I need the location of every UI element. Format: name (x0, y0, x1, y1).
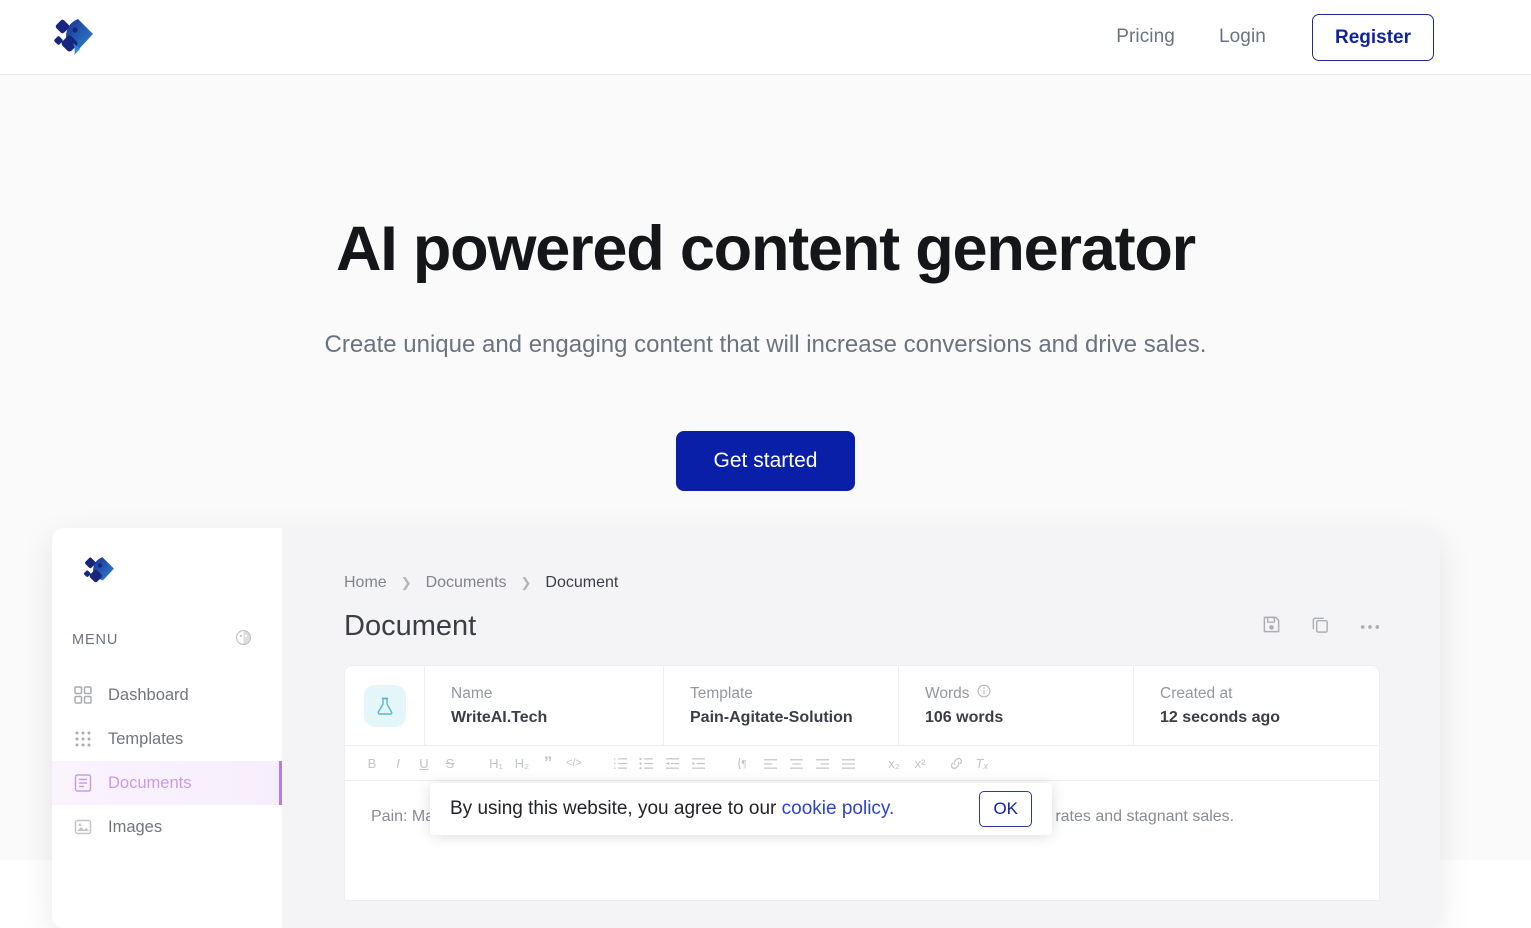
breadcrumb: Home ❯ Documents ❯ Document (344, 574, 1380, 592)
strikethrough-icon[interactable]: S (437, 750, 463, 776)
bold-icon[interactable]: B (359, 750, 385, 776)
heading-1-icon[interactable]: H₁ (483, 750, 509, 776)
info-circle-icon[interactable] (977, 684, 991, 703)
ordered-list-icon[interactable] (607, 750, 633, 776)
clear-format-icon[interactable]: Tₓ (969, 750, 995, 776)
bullet-list-icon[interactable] (633, 750, 659, 776)
sidebar-item-documents[interactable]: Documents (52, 761, 282, 805)
page-title: Document (344, 610, 477, 642)
app-main-pane: Home ❯ Documents ❯ Document Document Nam… (282, 528, 1440, 928)
info-field-created: Created at 12 seconds ago (1134, 666, 1356, 745)
cookie-consent-banner: By using this website, you agree to our … (430, 783, 1052, 835)
heading-2-icon[interactable]: H₂ (509, 750, 535, 776)
info-value: 106 words (925, 709, 1004, 726)
chevron-right-icon: ❯ (520, 575, 532, 590)
document-actions (1262, 615, 1380, 639)
document-lines-icon (74, 774, 92, 792)
sidebar-item-label: Templates (108, 729, 184, 748)
get-started-button[interactable]: Get started (675, 431, 856, 492)
align-center-icon[interactable] (783, 750, 809, 776)
nav-login[interactable]: Login (1197, 16, 1288, 58)
info-label: Created at (1160, 684, 1233, 702)
indent-icon[interactable] (685, 750, 711, 776)
grid-3x3-dots-icon (74, 730, 92, 748)
cookie-text: By using this website, you agree to our … (450, 798, 894, 820)
link-icon[interactable] (943, 750, 969, 776)
info-value: WriteAI.Tech (451, 708, 548, 726)
info-label-text: Words (925, 684, 970, 702)
app-sidebar: MENU Dashboard Templates Documents Image… (52, 528, 282, 928)
svg-text:¶: ¶ (742, 759, 747, 770)
info-label: Name (451, 684, 493, 702)
blockquote-icon[interactable]: ” (535, 750, 561, 776)
hero-heading: AI powered content generator (335, 214, 1196, 284)
main-nav: Pricing Login Register (1094, 13, 1434, 61)
editor-toolbar: B I U S H₁ H₂ ” </> ¶ x₂ x² Tₓ (344, 746, 1380, 781)
grid-2x2-icon (74, 686, 92, 704)
cookie-policy-link[interactable]: cookie policy. (782, 798, 895, 819)
nav-pricing[interactable]: Pricing (1094, 16, 1197, 58)
document-info-bar: Name WriteAI.Tech Template Pain-Agitate-… (344, 665, 1380, 746)
info-field-words: Words 106 words (899, 666, 1134, 745)
sidebar-item-label: Documents (108, 773, 192, 792)
breadcrumb-home[interactable]: Home (344, 574, 387, 592)
writeai-logo-icon (52, 15, 98, 59)
sidebar-item-label: Images (108, 817, 163, 836)
menu-label: MENU (72, 632, 119, 648)
brand-logo[interactable] (52, 15, 98, 59)
info-field-name: Name WriteAI.Tech (425, 666, 664, 745)
flask-icon (363, 684, 406, 727)
sidebar-item-images[interactable]: Images (52, 805, 282, 849)
sidebar-logo-icon[interactable] (52, 538, 282, 593)
info-label: Template (690, 684, 753, 702)
document-type-badge (345, 666, 425, 745)
cookie-ok-button[interactable]: OK (979, 791, 1032, 827)
align-right-icon[interactable] (809, 750, 835, 776)
hero-subheading: Create unique and engaging content that … (324, 331, 1207, 359)
text-direction-icon[interactable]: ¶ (731, 750, 757, 776)
site-header: Pricing Login Register (0, 0, 1531, 75)
subscript-icon[interactable]: x₂ (881, 750, 907, 776)
sidebar-menu-header: MENU (52, 593, 282, 651)
underline-icon[interactable]: U (411, 750, 437, 776)
copy-icon[interactable] (1311, 615, 1330, 639)
face-emoji-icon[interactable] (235, 629, 252, 651)
info-label: Words (925, 684, 1107, 703)
app-preview-card: MENU Dashboard Templates Documents Image… (52, 528, 1440, 928)
document-title-row: Document (344, 610, 1380, 643)
align-justify-icon[interactable] (835, 750, 861, 776)
image-icon (74, 818, 92, 836)
chevron-right-icon: ❯ (400, 575, 412, 590)
info-value: 12 seconds ago (1160, 708, 1281, 726)
cookie-text-prefix: By using this website, you agree to our (450, 798, 782, 819)
register-button[interactable]: Register (1311, 13, 1434, 61)
save-icon[interactable] (1262, 615, 1281, 639)
sidebar-item-label: Dashboard (108, 685, 189, 704)
outdent-icon[interactable] (659, 750, 685, 776)
hero-section: AI powered content generator Create uniq… (0, 75, 1531, 525)
align-left-icon[interactable] (757, 750, 783, 776)
code-block-icon[interactable]: </> (561, 750, 587, 776)
sidebar-item-dashboard[interactable]: Dashboard (52, 673, 282, 717)
info-field-template: Template Pain-Agitate-Solution (664, 666, 899, 745)
more-options-icon[interactable] (1360, 618, 1380, 636)
sidebar-menu-list: Dashboard Templates Documents Images (52, 673, 282, 849)
breadcrumb-current: Document (545, 574, 619, 591)
breadcrumb-documents[interactable]: Documents (426, 574, 507, 592)
sidebar-item-templates[interactable]: Templates (52, 717, 282, 761)
info-value: Pain-Agitate-Solution (690, 708, 853, 726)
superscript-icon[interactable]: x² (907, 750, 933, 776)
italic-icon[interactable]: I (385, 750, 411, 776)
